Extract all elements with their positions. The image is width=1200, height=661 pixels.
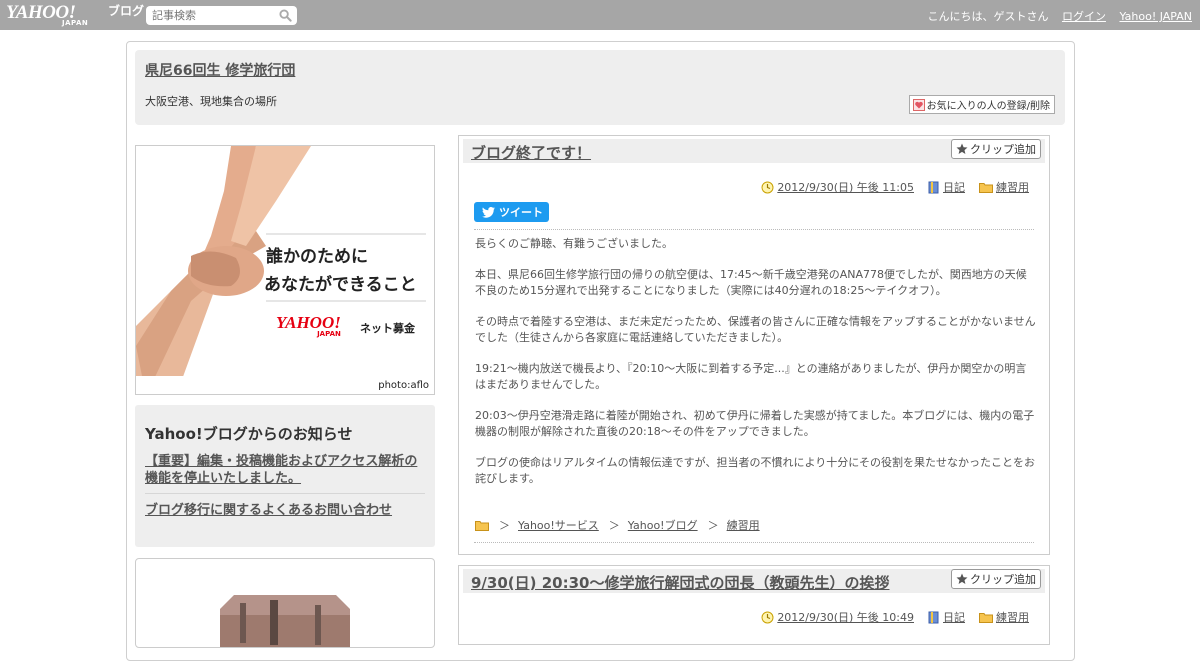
search-icon[interactable] bbox=[279, 9, 292, 22]
article-meta: 2012/9/30(日) 午後 11:05 日記 練習用 bbox=[747, 179, 1029, 195]
clip-button-label: クリップ追加 bbox=[970, 573, 1036, 586]
datetime-link[interactable]: 2012/9/30(日) 午後 10:49 bbox=[777, 609, 914, 625]
clip-button-label: クリップ追加 bbox=[970, 143, 1036, 156]
star-icon bbox=[956, 143, 968, 154]
article-category: 日記 bbox=[928, 179, 965, 195]
article-folder: 練習用 bbox=[979, 609, 1029, 625]
banner-credit: photo:aflo bbox=[378, 380, 429, 391]
clock-icon bbox=[761, 611, 774, 623]
blog-article: ブログ終了です！ クリップ追加 2012/9/30(日) 午後 11:05 日記 bbox=[458, 135, 1050, 555]
datetime-link[interactable]: 2012/9/30(日) 午後 11:05 bbox=[777, 179, 914, 195]
banner-line-1: 誰かのために bbox=[266, 247, 368, 267]
article-folder: 練習用 bbox=[979, 179, 1029, 195]
clock-icon bbox=[761, 181, 774, 193]
article-header: 9/30(日) 20:30～修学旅行解団式の団長（教頭先生）の挨拶 クリップ追加 bbox=[463, 569, 1045, 593]
clip-button[interactable]: クリップ追加 bbox=[951, 569, 1041, 589]
star-icon bbox=[956, 573, 968, 584]
folder-icon bbox=[979, 612, 993, 623]
banner-service: ネット募金 bbox=[360, 322, 415, 335]
blog-description: 大阪空港、現地集合の場所 bbox=[145, 95, 277, 108]
profile-photo[interactable] bbox=[220, 595, 350, 648]
article-paragraph: その時点で着陸する空港は、まだ未定だったため、保護者の皆さんに正確な情報をアップ… bbox=[475, 315, 1036, 344]
yahoo-japan-link[interactable]: Yahoo! JAPAN bbox=[1119, 10, 1192, 23]
category-link[interactable]: 日記 bbox=[943, 179, 965, 195]
twitter-bird-icon bbox=[482, 206, 495, 218]
top-nav: こんにちは、ゲストさん ログイン Yahoo! JAPAN bbox=[917, 8, 1192, 24]
breadcrumb-separator: ＞ bbox=[499, 519, 510, 532]
divider bbox=[474, 229, 1034, 230]
heart-icon bbox=[912, 98, 925, 111]
logo-blog: ブログ bbox=[108, 4, 145, 18]
article-datetime: 2012/9/30(日) 午後 11:05 bbox=[761, 179, 914, 195]
login-link[interactable]: ログイン bbox=[1062, 10, 1106, 23]
blog-title[interactable]: 県尼66回生 修学旅行団 bbox=[145, 60, 295, 80]
article-title[interactable]: 9/30(日) 20:30～修学旅行解団式の団長（教頭先生）の挨拶 bbox=[471, 572, 889, 593]
folder-link[interactable]: 練習用 bbox=[996, 179, 1029, 195]
folder-icon bbox=[475, 520, 489, 531]
banner-line-2: あなたができること bbox=[264, 275, 417, 295]
yahoo-blog-logo[interactable]: YAHOO! JAPAN ブログ bbox=[6, 3, 144, 27]
breadcrumb-separator: ＞ bbox=[707, 519, 719, 532]
breadcrumb-link[interactable]: Yahoo!サービス bbox=[518, 517, 599, 533]
banner-brand-logo: YAHOO! JAPAN bbox=[276, 314, 341, 338]
tweet-button[interactable]: ツイート bbox=[474, 202, 549, 222]
article-category: 日記 bbox=[928, 609, 965, 625]
greeting-text: こんにちは、ゲストさん bbox=[927, 10, 1049, 23]
clip-button[interactable]: クリップ追加 bbox=[951, 139, 1041, 159]
notice-item[interactable]: ブログ移行に関するよくあるお問い合わせ bbox=[145, 499, 392, 518]
breadcrumb-link[interactable]: 練習用 bbox=[727, 517, 760, 533]
banner-brand-sub: JAPAN bbox=[317, 330, 341, 338]
favorite-button-label: お気に入りの人の登録/削除 bbox=[926, 101, 1050, 112]
notice-heading: Yahoo!ブログからのお知らせ bbox=[145, 425, 353, 443]
search-input[interactable] bbox=[146, 6, 271, 25]
blog-article: 9/30(日) 20:30～修学旅行解団式の団長（教頭先生）の挨拶 クリップ追加… bbox=[458, 565, 1050, 645]
category-link[interactable]: 日記 bbox=[943, 609, 965, 625]
book-icon bbox=[928, 611, 939, 623]
notice-item[interactable]: 【重要】編集・投稿機能およびアクセス解析の機能を停止いたしました。 bbox=[145, 453, 429, 487]
article-datetime: 2012/9/30(日) 午後 10:49 bbox=[761, 609, 914, 625]
article-paragraph: ブログの使命はリアルタイムの情報伝達ですが、担当者の不慣れにより十分にその役割を… bbox=[475, 456, 1036, 485]
notice-panel: Yahoo!ブログからのお知らせ 【重要】編集・投稿機能およびアクセス解析の機能… bbox=[135, 405, 435, 547]
breadcrumb-link[interactable]: Yahoo!ブログ bbox=[628, 517, 698, 533]
article-paragraph: 20:03～伊丹空港滑走路に着陸が開始され、初めて伊丹に帰着した実感が持てました… bbox=[475, 409, 1035, 438]
article-paragraph: 長らくのご静聴、有難うございました。 bbox=[475, 237, 673, 250]
article-header: ブログ終了です！ クリップ追加 bbox=[463, 139, 1045, 163]
notice-divider bbox=[145, 493, 425, 494]
profile-panel bbox=[135, 558, 435, 648]
divider bbox=[474, 542, 1034, 543]
tweet-label: ツイート bbox=[499, 206, 543, 219]
book-icon bbox=[928, 181, 939, 193]
article-paragraph: 本日、県尼66回生修学旅行団の帰りの航空便は、17:45～新千歳空港発のANA7… bbox=[475, 268, 1027, 297]
donation-banner[interactable]: 誰かのために あなたができること YAHOO! JAPAN ネット募金 phot… bbox=[135, 145, 435, 395]
breadcrumb-separator: ＞ bbox=[608, 519, 620, 532]
article-title[interactable]: ブログ終了です！ bbox=[471, 142, 591, 163]
folder-link[interactable]: 練習用 bbox=[996, 609, 1029, 625]
top-bar: YAHOO! JAPAN ブログ こんにちは、ゲストさん ログイン Yahoo!… bbox=[0, 0, 1200, 30]
logo-japan: JAPAN bbox=[62, 19, 89, 27]
favorite-register-button[interactable]: お気に入りの人の登録/削除 bbox=[908, 95, 1055, 114]
article-body: 長らくのご静聴、有難うございました。 本日、県尼66回生修学旅行団の帰りの航空便… bbox=[475, 236, 1037, 502]
search-box bbox=[146, 6, 297, 25]
blog-header: 県尼66回生 修学旅行団 大阪空港、現地集合の場所 お気に入りの人の登録/削除 bbox=[135, 50, 1065, 125]
folder-icon bbox=[979, 182, 993, 193]
article-paragraph: 19:21～機内放送で機長より、『20:10～大阪に到着する予定...』との連絡… bbox=[475, 362, 1027, 391]
article-meta: 2012/9/30(日) 午後 10:49 日記 練習用 bbox=[747, 609, 1029, 625]
breadcrumb: ＞ Yahoo!サービス ＞ Yahoo!ブログ ＞ 練習用 bbox=[475, 517, 760, 533]
